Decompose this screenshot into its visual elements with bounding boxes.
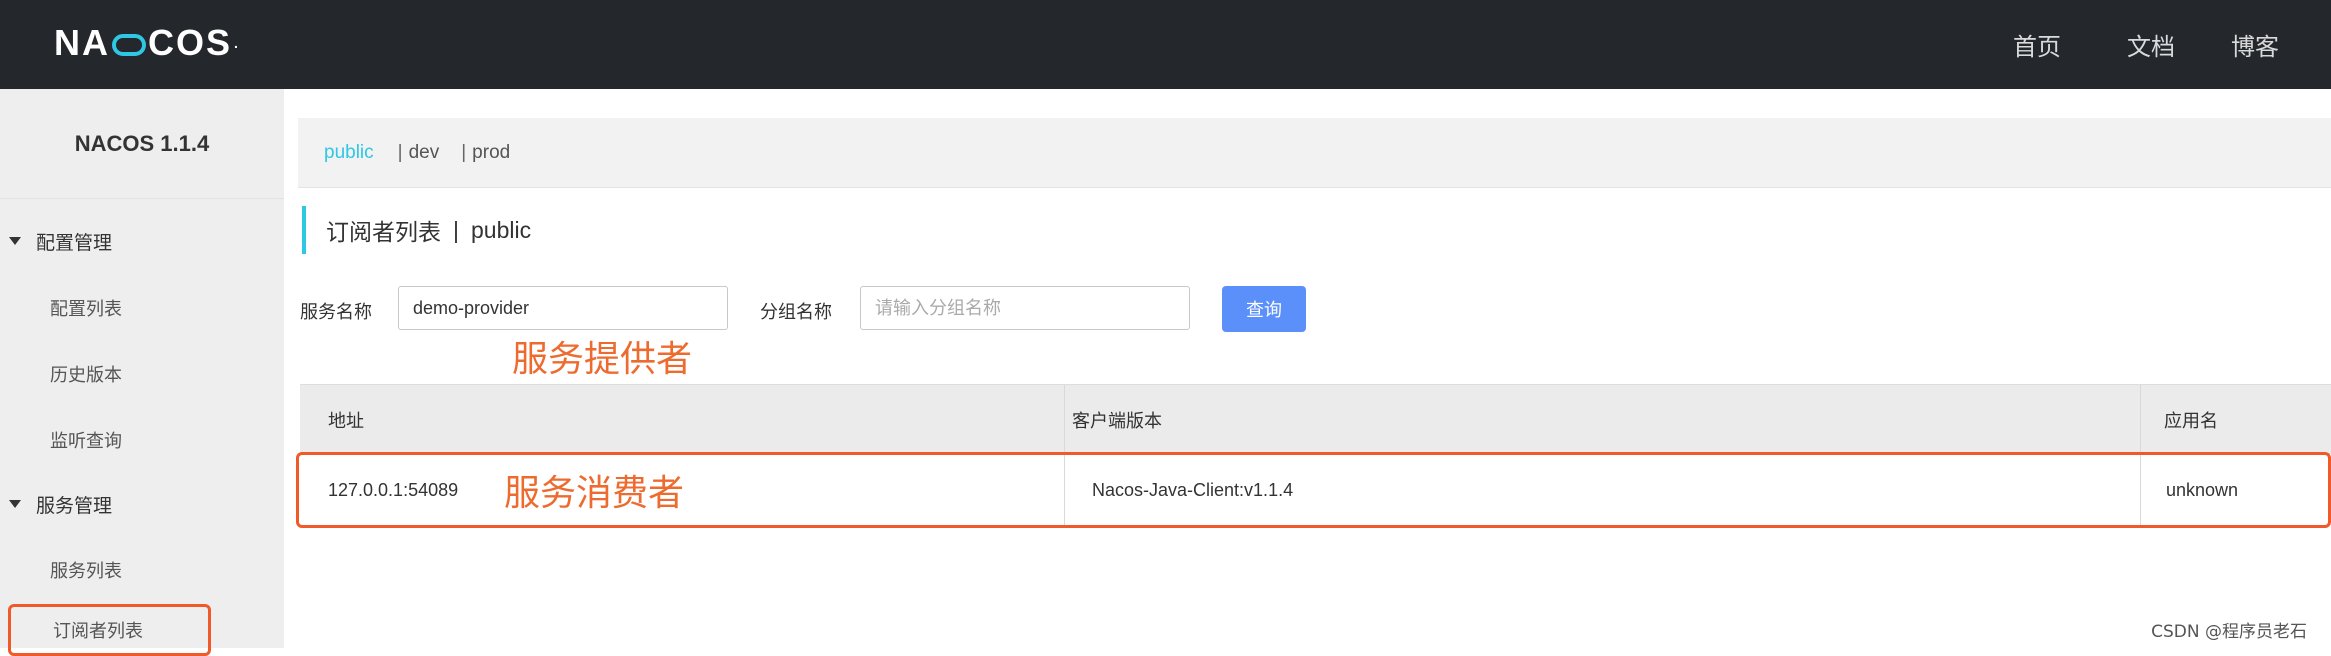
sidebar-item-subscriber-list[interactable]: 订阅者列表 (8, 604, 211, 656)
sidebar: NACOS 1.1.4 配置管理 配置列表 历史版本 监听查询 服务管理 服务列… (0, 89, 284, 656)
page-title-text: 订阅者列表 (326, 219, 441, 245)
column-divider (1064, 455, 1065, 525)
group-name-label: 分组名称 (760, 302, 832, 322)
sidebar-group-label: 服务管理 (36, 495, 113, 517)
nav-link-docs[interactable]: 文档 (2127, 27, 2175, 62)
column-header-address: 地址 (328, 411, 364, 431)
group-name-input[interactable] (860, 286, 1190, 330)
column-header-app-name: 应用名 (2164, 411, 2218, 431)
provider-annotation: 服务提供者 (512, 339, 693, 380)
logo-dot: . (234, 35, 240, 51)
service-name-input[interactable] (398, 286, 728, 330)
caret-down-icon (9, 237, 21, 245)
sidebar-item-listener-query[interactable]: 监听查询 (0, 418, 284, 462)
top-navbar: NA COS. 首页 文档 博客 (0, 0, 2331, 89)
sidebar-item-service-list[interactable]: 服务列表 (0, 548, 284, 592)
page-title-namespace: public (470, 216, 532, 243)
query-button[interactable]: 查询 (1222, 286, 1306, 332)
logo-text-end: COS (148, 22, 233, 63)
sidebar-item-config-list[interactable]: 配置列表 (0, 286, 284, 330)
csdn-watermark: CSDN @程序员老石 (2151, 622, 2307, 642)
sidebar-item-history[interactable]: 历史版本 (0, 352, 284, 396)
sidebar-group-service[interactable]: 服务管理 (0, 482, 284, 526)
sidebar-group-label: 配置管理 (36, 232, 113, 254)
page-title: 订阅者列表 | public (302, 206, 531, 254)
column-divider (1064, 385, 1065, 453)
cell-client-version: Nacos-Java-Client:v1.1.4 (1092, 479, 1294, 500)
namespace-tabs: public | dev | prod (298, 118, 2331, 188)
top-nav-links: 首页 文档 博客 (2013, 0, 2331, 89)
caret-down-icon (9, 500, 21, 508)
service-name-label: 服务名称 (300, 302, 372, 322)
sidebar-version: NACOS 1.1.4 (0, 89, 284, 199)
table-row[interactable]: 127.0.0.1:54089 服务消费者 Nacos-Java-Client:… (296, 452, 2331, 528)
tab-prod[interactable]: prod (472, 142, 510, 164)
column-divider (2140, 385, 2141, 453)
column-header-client-version: 客户端版本 (1072, 411, 1162, 431)
sidebar-group-config[interactable]: 配置管理 (0, 219, 284, 263)
column-divider (2140, 455, 2141, 525)
tab-separator: | (397, 141, 403, 163)
tab-public[interactable]: public (324, 142, 374, 164)
table-header: 地址 客户端版本 应用名 (300, 384, 2331, 454)
tab-dev[interactable]: dev (409, 142, 440, 164)
logo-o-icon (112, 34, 146, 56)
consumer-annotation: 服务消费者 (504, 473, 685, 514)
cell-address: 127.0.0.1:54089 (328, 479, 459, 500)
page-title-separator: | (453, 216, 459, 243)
tab-separator: | (461, 141, 467, 163)
nacos-logo[interactable]: NA COS. (54, 18, 240, 68)
cell-app-name: unknown (2166, 479, 2239, 500)
logo-text-start: NA (54, 22, 110, 63)
nav-link-home[interactable]: 首页 (2013, 27, 2061, 62)
nav-link-blog[interactable]: 博客 (2231, 27, 2279, 62)
